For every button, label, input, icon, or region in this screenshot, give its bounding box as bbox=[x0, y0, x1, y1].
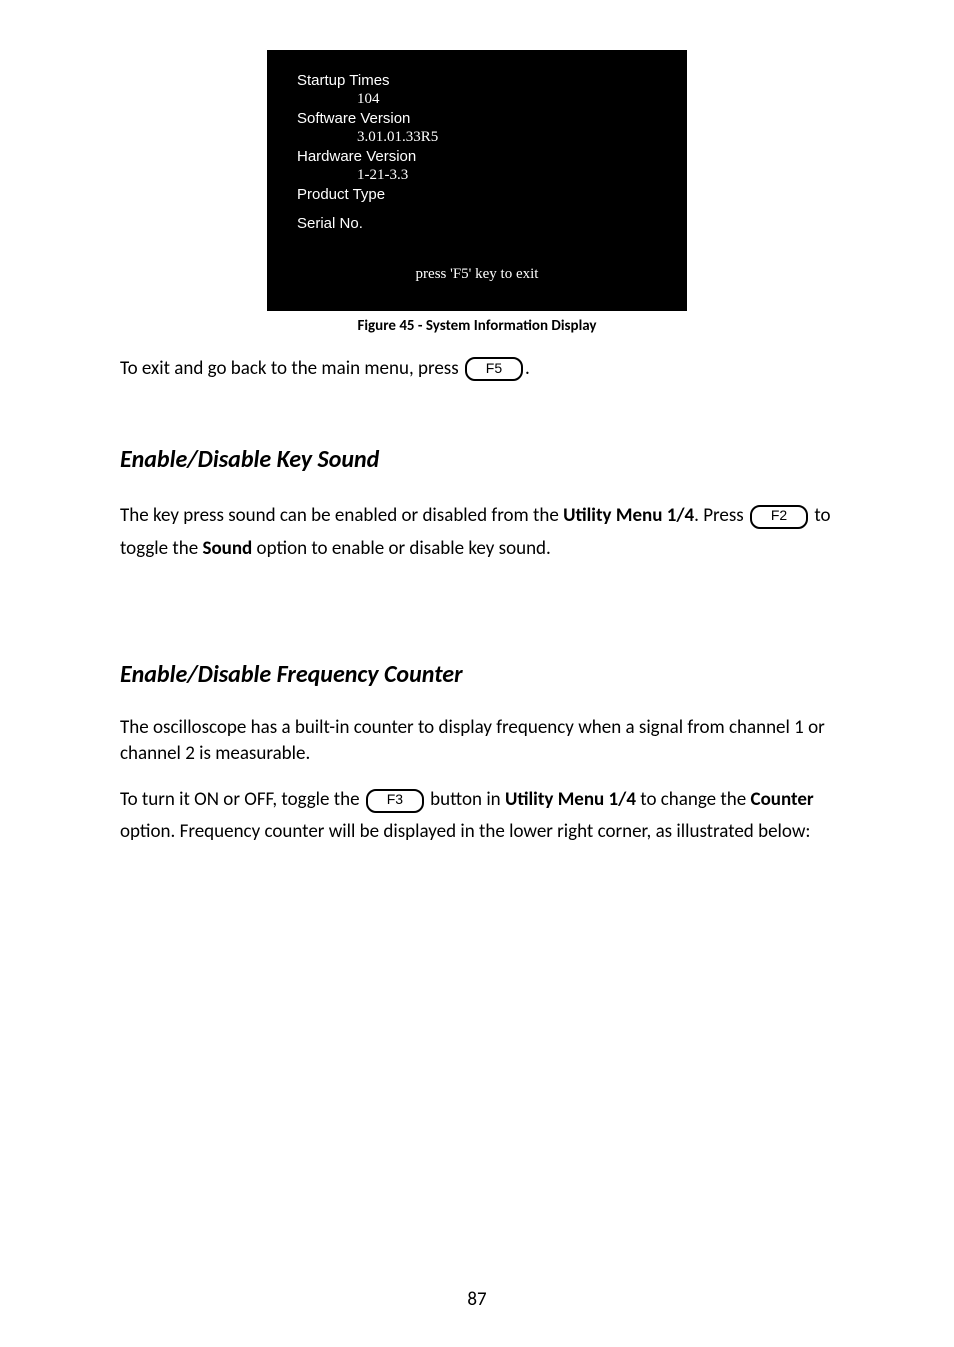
hardware-version-label: Hardware Version bbox=[297, 148, 657, 165]
exit-instruction: To exit and go back to the main menu, pr… bbox=[120, 353, 834, 385]
sound-option-label: Sound bbox=[202, 537, 252, 560]
counter-option-label: Counter bbox=[751, 788, 814, 811]
f2-key-icon: F2 bbox=[750, 505, 808, 529]
heading-key-sound: Enable/Disable Key Sound bbox=[120, 445, 834, 474]
page-number: 87 bbox=[0, 1288, 954, 1311]
figure-caption: Figure 45 - System Information Display bbox=[120, 317, 834, 335]
utility-menu-label: Utility Menu 1/4 bbox=[563, 504, 694, 527]
exit-instruction-pre: To exit and go back to the main menu, pr… bbox=[120, 357, 463, 380]
startup-times-label: Startup Times bbox=[297, 72, 657, 89]
serial-no-label: Serial No. bbox=[297, 215, 657, 232]
f3-key-icon: F3 bbox=[366, 789, 424, 813]
freq-counter-p2: To turn it ON or OFF, toggle the F3 butt… bbox=[120, 784, 834, 849]
key-sound-paragraph: The key press sound can be enabled or di… bbox=[120, 500, 834, 565]
product-type-label: Product Type bbox=[297, 186, 657, 203]
exit-instruction-post: . bbox=[525, 357, 530, 380]
press-f5-exit-text: press 'F5' key to exit bbox=[297, 266, 657, 283]
fc-text-mid: button in bbox=[426, 788, 505, 811]
ks-text-2: . Press bbox=[694, 504, 748, 527]
fc-text-pre: To turn it ON or OFF, toggle the bbox=[120, 788, 364, 811]
heading-freq-counter: Enable/Disable Frequency Counter bbox=[120, 660, 834, 689]
software-version-label: Software Version bbox=[297, 110, 657, 127]
freq-counter-p1: The oscilloscope has a built-in counter … bbox=[120, 715, 834, 766]
system-info-display: Startup Times 104 Software Version 3.01.… bbox=[267, 50, 687, 311]
ks-text-1: The key press sound can be enabled or di… bbox=[120, 504, 563, 527]
utility-menu-label-2: Utility Menu 1/4 bbox=[505, 788, 636, 811]
ks-text-4: option to enable or disable key sound. bbox=[252, 537, 551, 560]
fc-text-post: to change the bbox=[636, 788, 751, 811]
startup-times-value: 104 bbox=[357, 91, 657, 108]
f5-key-icon: F5 bbox=[465, 357, 523, 381]
hardware-version-value: 1-21-3.3 bbox=[357, 167, 657, 184]
fc-text-end: option. Frequency counter will be displa… bbox=[120, 820, 811, 843]
software-version-value: 3.01.01.33R5 bbox=[357, 129, 657, 146]
